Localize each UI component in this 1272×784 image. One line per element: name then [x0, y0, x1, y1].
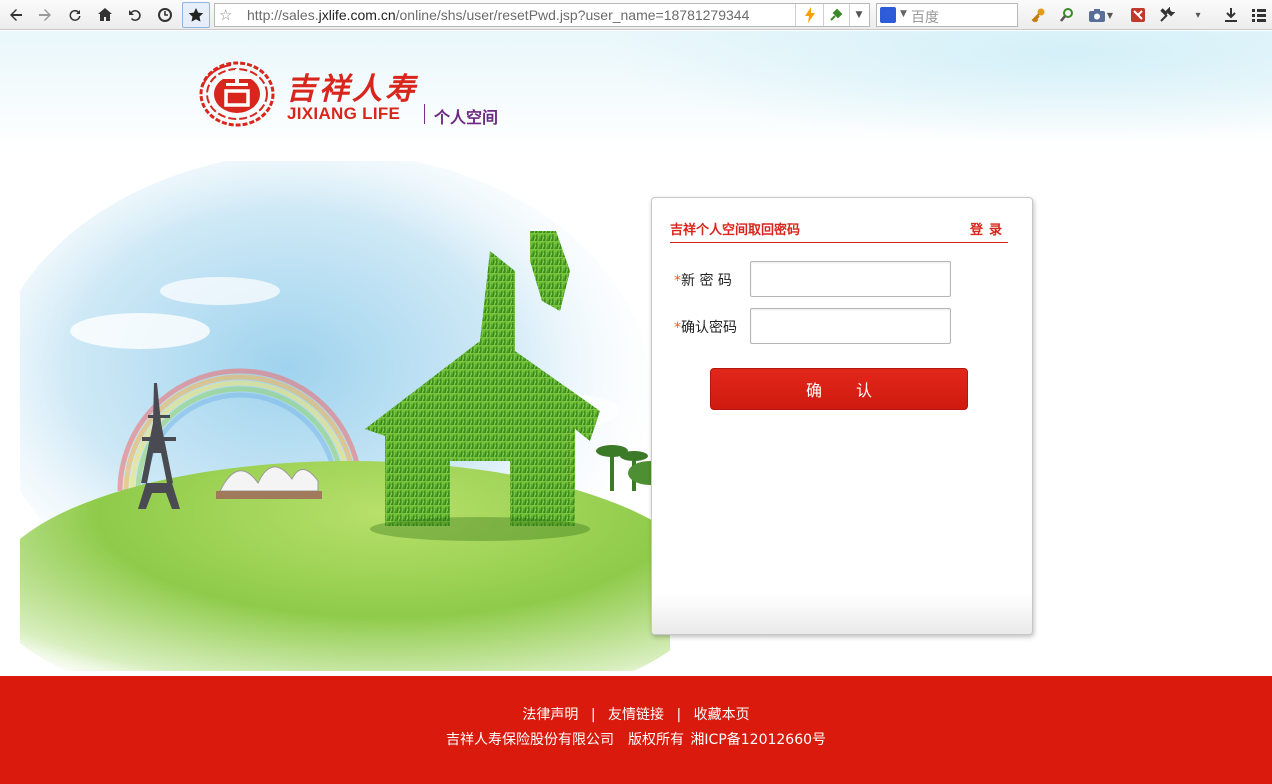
new-password-label-text: 新 密 码: [681, 273, 732, 289]
address-bar[interactable]: ☆ http://sales.jxlife.com.cn/online/shs/…: [214, 3, 870, 27]
footer: 法律声明 | 友情链接 | 收藏本页 吉祥人寿保险股份有限公司 版权所有 湘IC…: [0, 676, 1272, 784]
header-sky-glow: [600, 31, 1272, 141]
screenshot-camera-icon[interactable]: ▼: [1086, 3, 1116, 27]
download-icon[interactable]: [1219, 3, 1243, 27]
confirm-button[interactable]: 确认: [710, 368, 968, 410]
compat-mode-icon[interactable]: [825, 4, 847, 26]
logo-divider: [424, 104, 425, 124]
undo-close-tab-icon[interactable]: [123, 3, 147, 27]
overflow-menu-icon[interactable]: ▾: [1186, 3, 1210, 27]
page-content: 吉祥人寿 JIXIANG LIFE 个人空间 吉祥个人空间取回密码 登录 *新 …: [0, 31, 1272, 784]
main-menu-icon[interactable]: [1247, 3, 1271, 27]
footer-link-friends[interactable]: 友情链接: [608, 707, 664, 723]
footer-separator: |: [590, 707, 596, 723]
confirm-password-label-text: 确认密码: [681, 320, 737, 336]
home-icon[interactable]: [93, 3, 117, 27]
extension-red-icon[interactable]: [1126, 3, 1150, 27]
footer-link-legal[interactable]: 法律声明: [522, 707, 578, 723]
footer-link-bookmark[interactable]: 收藏本页: [694, 707, 750, 723]
refresh-icon[interactable]: [63, 3, 87, 27]
browser-toolbar: ☆ http://sales.jxlife.com.cn/online/shs/…: [0, 0, 1272, 30]
new-password-label: *新 密 码: [674, 270, 732, 290]
address-divider: [795, 4, 796, 26]
search-box[interactable]: ▼ 百度: [876, 3, 1018, 27]
address-divider: [823, 4, 824, 26]
hero-illustration: [20, 161, 670, 671]
required-mark: *: [674, 273, 681, 289]
chevron-down-icon[interactable]: ▼: [900, 9, 907, 19]
address-url[interactable]: http://sales.jxlife.com.cn/online/shs/us…: [247, 7, 749, 23]
panel-title: 吉祥个人空间取回密码: [670, 223, 801, 238]
magnifier-refresh-icon[interactable]: [1055, 3, 1079, 27]
confirm-password-label: *确认密码: [674, 317, 737, 337]
confirm-password-input[interactable]: [750, 308, 951, 344]
lightning-mode-icon[interactable]: [799, 4, 821, 26]
required-mark: *: [674, 320, 681, 336]
baidu-paw-icon[interactable]: [880, 7, 896, 23]
footer-copyright: 吉祥人寿保险股份有限公司 版权所有 湘ICP备12012660号: [445, 732, 827, 748]
bookmark-star-icon[interactable]: [182, 2, 210, 28]
tools-wrench-icon[interactable]: [1155, 3, 1179, 27]
key-icon[interactable]: [1026, 3, 1050, 27]
jixiang-logo-mark: [199, 61, 275, 127]
new-password-input[interactable]: [750, 261, 951, 297]
favorite-star-icon[interactable]: ☆: [219, 6, 232, 24]
address-dropdown-icon[interactable]: ▼: [849, 4, 869, 26]
footer-links: 法律声明 | 友情链接 | 收藏本页: [0, 704, 1272, 724]
logo-name-en: JIXIANG LIFE: [287, 104, 401, 123]
panel-bottom-gradient: [652, 594, 1032, 634]
history-clock-icon[interactable]: [153, 3, 177, 27]
back-arrow-icon[interactable]: [4, 3, 28, 27]
login-link[interactable]: 登录: [970, 219, 1008, 238]
footer-separator: |: [676, 707, 682, 723]
password-reset-panel: 吉祥个人空间取回密码 登录 *新 密 码 *确认密码 确认: [651, 197, 1033, 635]
forward-arrow-icon[interactable]: [33, 3, 57, 27]
logo-name-cn: 吉祥人寿: [286, 72, 418, 107]
panel-title-underline: [670, 242, 1008, 243]
logo-subtitle: 个人空间: [434, 108, 499, 127]
search-placeholder[interactable]: 百度: [911, 7, 939, 27]
